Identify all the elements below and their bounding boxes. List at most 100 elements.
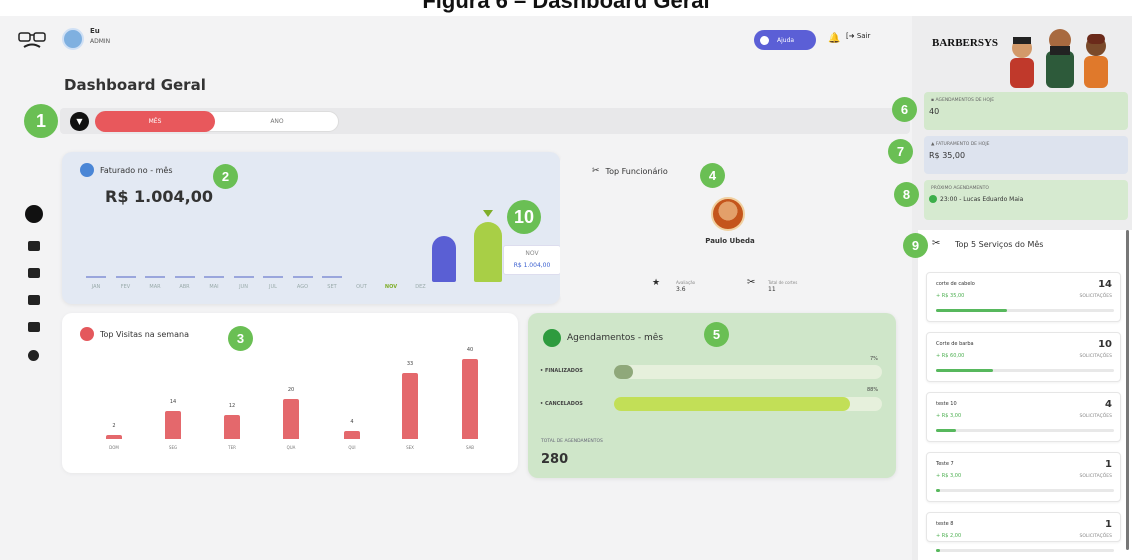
service-progress-fill (936, 309, 1008, 312)
star-icon: ★ (652, 278, 661, 288)
service-item[interactable]: teste 10 + R$ 3,00 4 SOLICITAÇÕES (926, 392, 1121, 442)
figure-caption: Figura 6 – Dashboard Geral (422, 0, 710, 13)
visits-icon (80, 327, 94, 341)
service-name: corte de cabelo (936, 281, 975, 287)
cancelled-progress (614, 397, 882, 411)
service-progress-fill (936, 549, 940, 552)
annotation-badge: 1 (24, 104, 58, 138)
service-progress (936, 429, 1114, 432)
weekly-visits-header: Top Visitas na semana (80, 327, 189, 341)
nav-money-icon[interactable] (28, 322, 40, 332)
top-employee-header: ✂ Top Funcionário (592, 166, 668, 176)
visit-value-label: 40 (466, 347, 474, 353)
visit-bar[interactable] (462, 359, 478, 439)
cancelled-progress-fill (614, 397, 850, 411)
month-label: JAN (91, 284, 101, 290)
service-count: 14 (1098, 279, 1112, 290)
month-label: AGO (296, 284, 309, 290)
service-name: teste 8 (936, 521, 954, 527)
visit-bar[interactable] (165, 411, 181, 439)
annotation-badge: 9 (903, 233, 928, 258)
service-progress (936, 309, 1114, 312)
service-count: 1 (1105, 459, 1112, 470)
service-requests-label: SOLICITAÇÕES (1079, 414, 1112, 419)
revenue-title: Faturado no - mês (100, 165, 173, 175)
service-requests-label: SOLICITAÇÕES (1079, 474, 1112, 479)
next-appointment-text: 23:00 - Lucas Eduardo Maia (940, 195, 1024, 203)
month-label: DEZ (415, 284, 426, 290)
visit-bar[interactable] (344, 431, 360, 439)
annotation-badge: 6 (892, 97, 917, 122)
bar-oct[interactable] (432, 236, 456, 282)
month-label: ABR (179, 284, 190, 290)
services-scrollbar[interactable] (1126, 230, 1129, 550)
service-requests-label: SOLICITAÇÕES (1079, 534, 1112, 539)
scissors-services-icon: ✂ (932, 238, 941, 249)
visit-value-label: 20 (287, 387, 295, 393)
nav-calendar-icon[interactable] (28, 241, 40, 251)
page-title: Dashboard Geral (64, 76, 206, 94)
month-placeholder-bar (174, 276, 195, 278)
cancelled-label: • CANCELADOS (540, 401, 583, 407)
service-item[interactable]: Corte de barba + R$ 60,00 10 SOLICITAÇÕES (926, 332, 1121, 382)
nav-briefcase-icon[interactable] (28, 295, 40, 305)
month-label: NOV (384, 284, 398, 290)
calendar-icon (543, 329, 561, 347)
rating-value: 3.6 (676, 286, 686, 293)
visit-bar[interactable] (283, 399, 299, 439)
scissors-icon: ✂ (592, 166, 600, 176)
service-requests-label: SOLICITAÇÕES (1079, 294, 1112, 299)
period-option-year[interactable]: ANO (215, 111, 339, 132)
service-progress-fill (936, 369, 993, 372)
filter-toggle-button[interactable]: ▼ (70, 112, 89, 131)
help-icon (760, 35, 769, 45)
month-label: FEV (120, 284, 131, 290)
visit-bar[interactable] (224, 415, 240, 439)
logout-button[interactable]: [➜ Sair (846, 32, 870, 40)
total-appointments-label: TOTAL DE AGENDAMENTOS (541, 439, 603, 444)
today-revenue-value: R$ 35,00 (929, 151, 966, 160)
nav-document-icon[interactable] (28, 268, 40, 278)
month-label: MAI (209, 284, 219, 290)
annotation-badge: 5 (704, 322, 729, 347)
revenue-tooltip: NOV R$ 1.004,00 (503, 245, 561, 275)
chevron-down-icon: ▼ (76, 117, 83, 126)
visit-value-label: 4 (350, 419, 354, 425)
service-progress (936, 489, 1114, 492)
cuts-label: Total de cortes (768, 280, 798, 285)
user-avatar[interactable] (62, 28, 84, 50)
visit-bar[interactable] (402, 373, 418, 439)
today-appointments-value: 40 (929, 107, 940, 116)
bar-nov[interactable] (474, 222, 502, 282)
appointments-header: Agendamentos - mês (543, 329, 663, 347)
user-role: ADMIN (90, 38, 111, 45)
annotation-badge: 10 (507, 200, 541, 234)
month-placeholder-bar (292, 276, 313, 278)
visit-day-label: SEX (406, 445, 414, 450)
visit-value-label: 33 (406, 361, 414, 367)
visit-day-label: QUI (348, 445, 356, 450)
cancelled-label-text: CANCELADOS (544, 401, 583, 407)
month-placeholder-bar (322, 276, 342, 278)
help-button[interactable]: Ajuda (754, 30, 816, 50)
service-item[interactable]: Teste 7 + R$ 3,00 1 SOLICITAÇÕES (926, 452, 1121, 502)
nav-settings-icon[interactable] (28, 350, 39, 361)
nav-home-icon[interactable] (25, 205, 43, 223)
month-label: MAR (149, 284, 161, 290)
service-item[interactable]: teste 8 + R$ 2,00 1 SOLICITAÇÕES (926, 512, 1121, 552)
visit-bar[interactable] (106, 435, 122, 439)
service-price: + R$ 3,00 (936, 473, 962, 479)
today-appointments-label: ▪ AGENDAMENTOS DE HOJE (931, 98, 995, 103)
user-name: Eu (90, 27, 100, 35)
bell-icon[interactable]: 🔔 (828, 33, 840, 44)
service-item[interactable]: corte de cabelo + R$ 35,00 14 SOLICITAÇÕES (926, 272, 1121, 322)
period-option-month[interactable]: MÊS (95, 111, 215, 132)
logout-icon: [➜ (846, 32, 855, 40)
annotation-badge: 2 (213, 164, 238, 189)
top-services-title: Top 5 Serviços do Mês (955, 240, 1044, 249)
service-name: Corte de barba (936, 341, 974, 347)
barbers-illustration-icon (1010, 29, 1108, 88)
month-label: JUL (269, 284, 277, 290)
annotation-badge: 8 (894, 182, 919, 207)
next-appointment-value: 23:00 - Lucas Eduardo Maia (929, 195, 1128, 203)
